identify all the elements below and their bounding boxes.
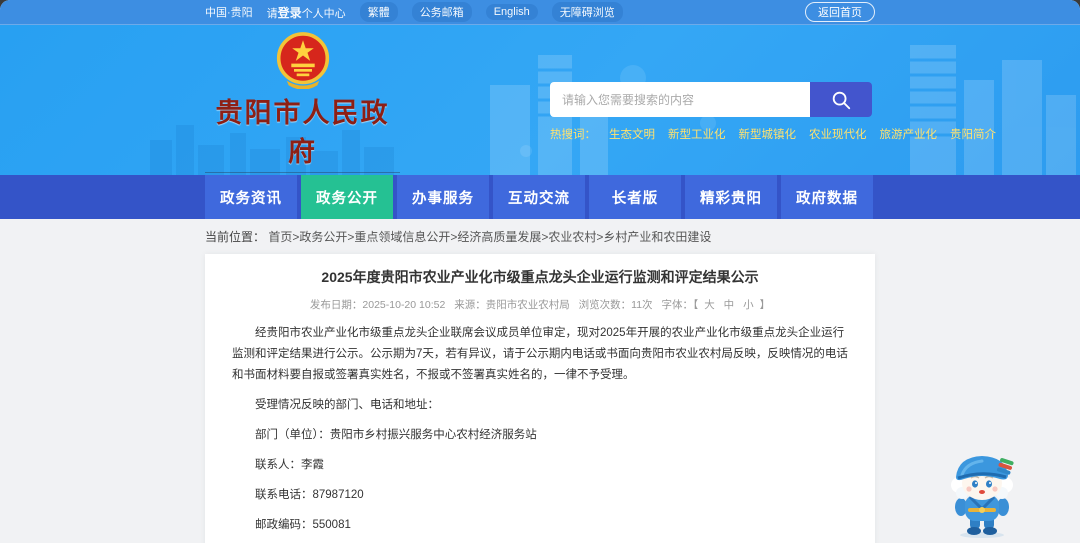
nav-item-zhangzheban[interactable]: 长者版: [589, 175, 681, 219]
browser-page: 中国·贵阳 请登录个人中心 繁體 公务邮箱 English 无障碍浏览 返回首页: [0, 0, 1080, 543]
top-utility-bar: 中国·贵阳 请登录个人中心 繁體 公务邮箱 English 无障碍浏览 返回首页: [0, 0, 1080, 25]
nav-item-zhengwu-zixun[interactable]: 政务资讯: [205, 175, 297, 219]
paragraph-contact-person: 联系人：李霞: [255, 459, 324, 471]
hot-search-row: 热搜词： 生态文明 新型工业化 新型城镇化 农业现代化 旅游产业化 贵阳简介: [550, 126, 996, 142]
main-navigation: 政务资讯 政务公开 办事服务 互动交流 长者版 精彩贵阳 政府数据: [0, 175, 1080, 219]
paragraph-announcement: 经贵阳市农业产业化市级重点龙头企业联席会议成员单位审定，现对2025年开展的农业…: [232, 327, 848, 381]
article-meta: 发布日期：2025-10-20 10:52 来源：贵阳市农业农村局 浏览次数：1…: [232, 297, 848, 312]
nav-item-jingcai-guiyang[interactable]: 精彩贵阳: [685, 175, 777, 219]
search-input[interactable]: [550, 82, 810, 117]
publish-date: 发布日期：2025-10-20 10:52: [309, 299, 446, 311]
hot-term-urbanization[interactable]: 新型城镇化: [739, 126, 797, 142]
national-emblem-icon: [276, 32, 329, 89]
login-suffix: 个人中心: [301, 7, 346, 20]
nav-item-zhengwu-gongkai[interactable]: 政务公开: [301, 175, 393, 219]
mascot-shadow: [960, 532, 1004, 538]
site-title: 贵阳市人民政府: [215, 98, 390, 167]
site-banner: 贵阳市人民政府 贵阳市人民政府·政务 www.guiyang.gov.cn 热搜…: [0, 25, 1080, 175]
login-prefix: 请: [266, 7, 278, 20]
hot-term-tourism[interactable]: 旅游产业化: [880, 126, 938, 142]
paragraph-department: 部门（单位）：贵阳市乡村振兴服务中心农村经济服务站: [255, 429, 537, 441]
hot-term-industrialization[interactable]: 新型工业化: [668, 126, 726, 142]
font-size-large[interactable]: 大: [704, 299, 715, 311]
article-source: 来源：贵阳市农业农村局: [454, 299, 570, 311]
article-body: 经贵阳市农业产业化市级重点龙头企业联席会议成员单位审定，现对2025年开展的农业…: [232, 323, 848, 543]
nav-item-hudong-jiaoliu[interactable]: 互动交流: [493, 175, 585, 219]
font-size-label-close: 】: [759, 299, 771, 311]
article-title: 2025年度贵阳市农业产业化市级重点龙头企业运行监测和评定结果公示: [321, 269, 759, 285]
paragraph-postcode: 邮政编码：550081: [255, 519, 351, 531]
site-subtitle: 贵阳市人民政府·政务: [205, 172, 400, 175]
hot-term-guiyang-intro[interactable]: 贵阳简介: [950, 126, 996, 142]
font-size-small[interactable]: 小: [743, 299, 754, 311]
paragraph-phone: 联系电话：87987120: [255, 489, 364, 501]
topbar-link-official-mail[interactable]: 公务邮箱: [411, 2, 472, 22]
hot-term-agri-modernization[interactable]: 农业现代化: [809, 126, 867, 142]
site-logo-block[interactable]: 贵阳市人民政府 贵阳市人民政府·政务 www.guiyang.gov.cn: [205, 31, 400, 175]
hot-term-ecology[interactable]: 生态文明: [609, 126, 655, 142]
nav-item-zhengfu-shuju[interactable]: 政府数据: [781, 175, 873, 219]
font-size-medium[interactable]: 中: [724, 299, 735, 311]
topbar-link-accessibility[interactable]: 无障碍浏览: [551, 2, 623, 22]
font-size-label: 字体：【: [661, 299, 699, 311]
hot-search-label: 热搜词：: [550, 129, 596, 141]
search-button[interactable]: [810, 82, 872, 117]
login-strong: 登录: [277, 5, 302, 20]
breadcrumb: 当前位置： 首页>政务公开>重点领域信息公开>经济高质量发展>农业农村>乡村产业…: [205, 219, 875, 252]
view-count: 浏览次数：11次: [578, 299, 653, 311]
back-home-button[interactable]: 返回首页: [805, 2, 875, 22]
mascot-character[interactable]: [942, 451, 1022, 539]
topbar-link-traditional-chinese[interactable]: 繁體: [359, 2, 398, 22]
search-icon: [832, 91, 851, 109]
breadcrumb-label: 当前位置：: [205, 230, 266, 244]
search-block: 热搜词： 生态文明 新型工业化 新型城镇化 农业现代化 旅游产业化 贵阳简介: [550, 82, 996, 142]
paragraph-contact-intro: 受理情况反映的部门、电话和地址：: [255, 399, 439, 411]
nav-item-banshi-fuwu[interactable]: 办事服务: [397, 175, 489, 219]
breadcrumb-path[interactable]: 首页>政务公开>重点领域信息公开>经济高质量发展>农业农村>乡村产业和农田建设: [268, 230, 711, 244]
article-card: 2025年度贵阳市农业产业化市级重点龙头企业运行监测和评定结果公示 发布日期：2…: [205, 254, 875, 543]
topbar-login-link[interactable]: 请登录个人中心: [267, 4, 346, 21]
topbar-link-english[interactable]: English: [485, 4, 538, 20]
topbar-link-china-guiyang[interactable]: 中国·贵阳: [205, 4, 253, 20]
